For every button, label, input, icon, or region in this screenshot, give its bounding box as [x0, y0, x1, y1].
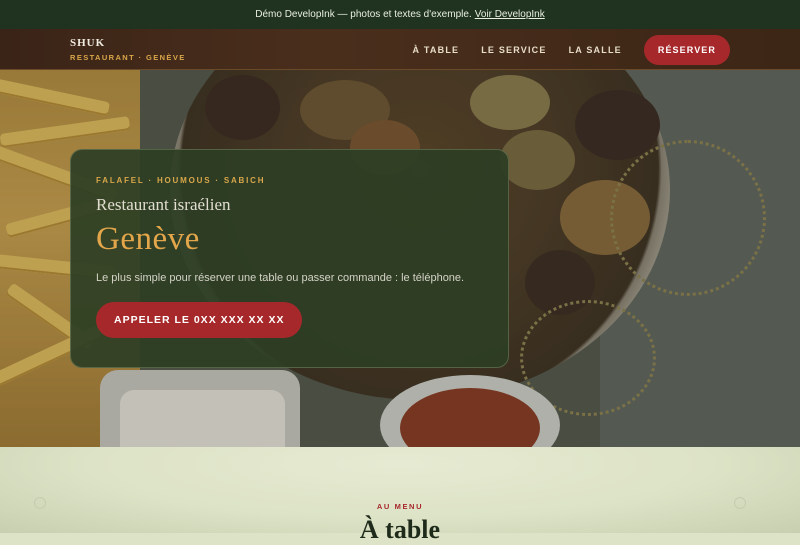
reserve-button[interactable]: RÉSERVER	[643, 34, 730, 65]
demo-banner: Démo DevelopInk — photos et textes d'exe…	[0, 0, 800, 29]
call-button[interactable]: APPELER LE 0XX XXX XX XX	[96, 302, 303, 338]
hero-description: Le plus simple pour réserver une table o…	[96, 272, 465, 284]
demo-banner-text: Démo DevelopInk — photos et textes d'exe…	[255, 9, 472, 20]
nav-link-le-service[interactable]: LE SERVICE	[481, 45, 546, 55]
nav-link-la-salle[interactable]: LA SALLE	[569, 45, 622, 55]
hero-kicker: FALAFEL · HOUMOUS · SABICH	[96, 176, 266, 185]
brand[interactable]: SHUK RESTAURANT · GENÈVE	[70, 37, 186, 62]
menu-title: À table	[359, 515, 441, 544]
hero-card: FALAFEL · HOUMOUS · SABICH Restaurant is…	[70, 149, 509, 368]
main-nav: SHUK RESTAURANT · GENÈVE À TABLE LE SERV…	[0, 29, 800, 70]
decorative-dot	[34, 497, 46, 509]
nav-links: À TABLE LE SERVICE LA SALLE RÉSERVER	[390, 29, 730, 70]
decorative-dot	[734, 497, 746, 509]
hero-subtitle: Restaurant israélien	[96, 195, 231, 214]
nav-link-a-table[interactable]: À TABLE	[412, 45, 459, 55]
menu-kicker: AU MENU	[376, 502, 424, 511]
hero-section: FALAFEL · HOUMOUS · SABICH Restaurant is…	[0, 70, 800, 447]
menu-section: AU MENU À table	[0, 447, 800, 544]
developink-link[interactable]: Voir DevelopInk	[475, 9, 545, 20]
hero-title: Genève	[96, 221, 200, 257]
brand-subtitle: RESTAURANT · GENÈVE	[70, 52, 186, 62]
brand-title: SHUK	[70, 36, 106, 49]
